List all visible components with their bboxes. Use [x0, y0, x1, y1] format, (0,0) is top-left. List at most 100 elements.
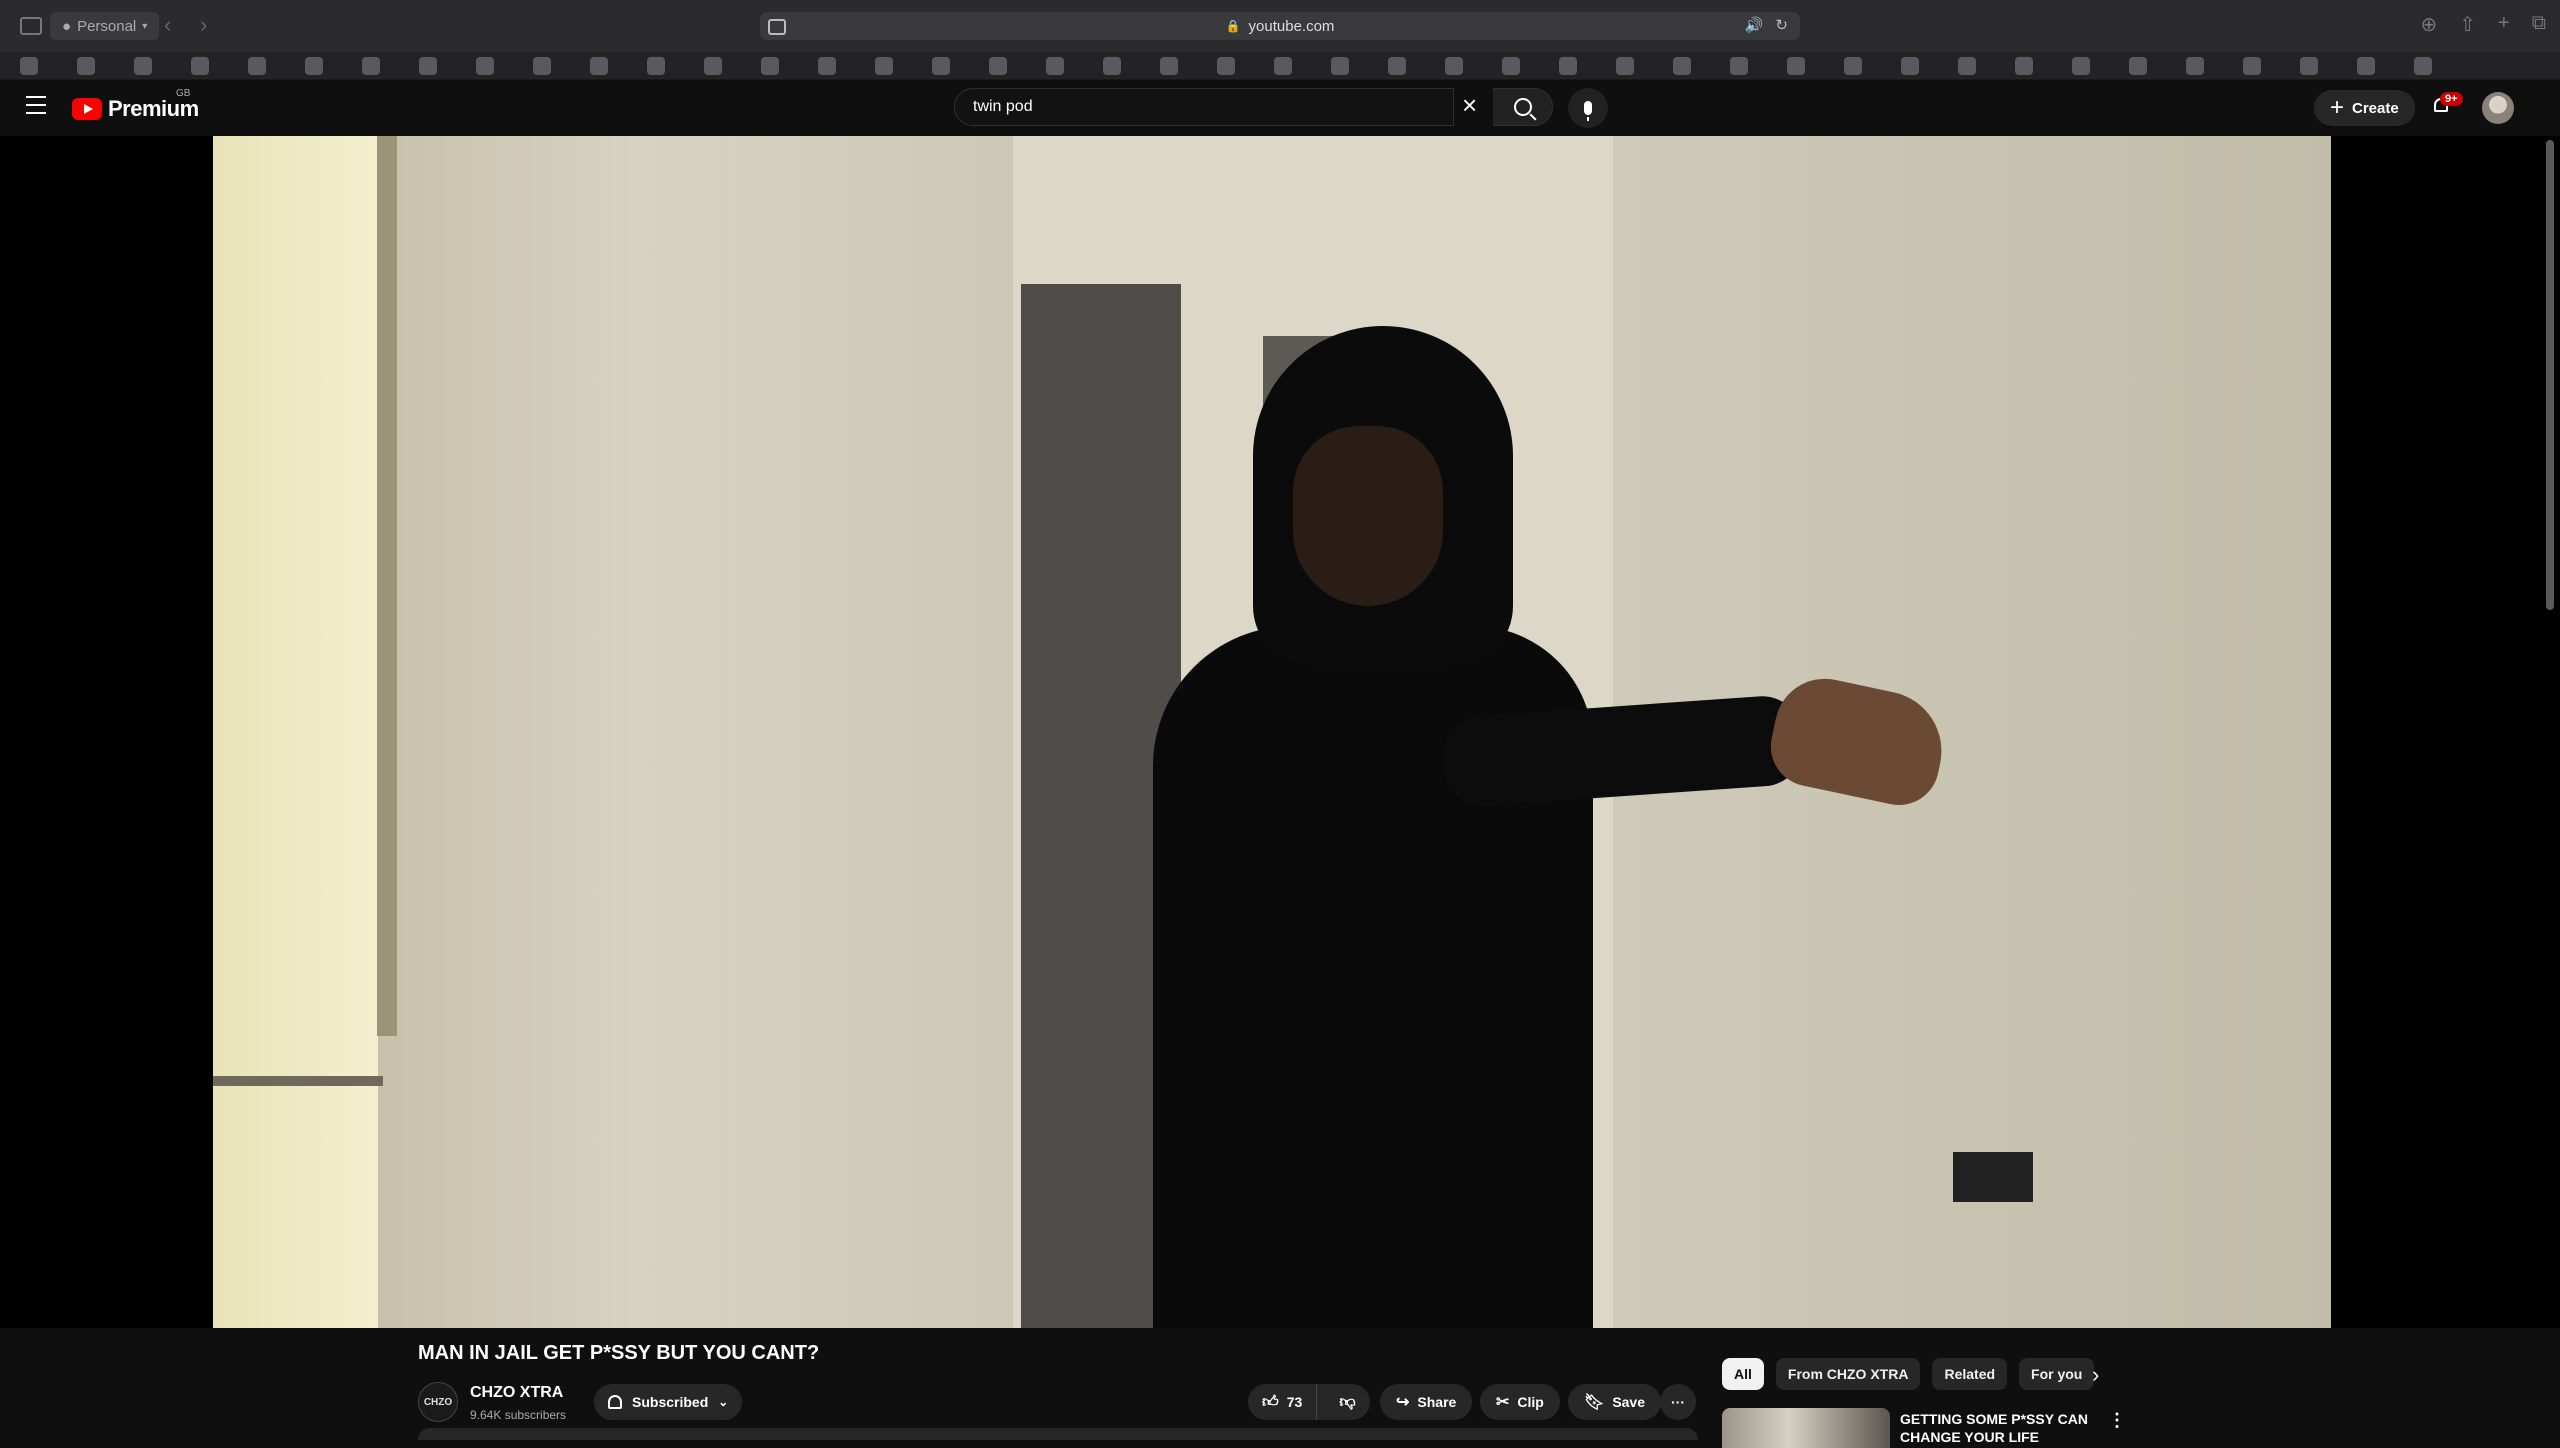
pinned-tab-icon[interactable]	[818, 56, 836, 75]
pinned-tab-icon[interactable]	[2300, 56, 2318, 75]
pinned-tab-icon[interactable]	[1331, 56, 1349, 75]
pinned-tab-icon[interactable]	[1160, 56, 1178, 75]
pinned-tab-icon[interactable]	[590, 56, 608, 75]
dislike-button[interactable]: 👎︎	[1325, 1384, 1369, 1420]
pinned-tab-icon[interactable]	[2186, 56, 2204, 75]
logo-text: Premium	[108, 96, 199, 121]
reload-icon[interactable]: ↻	[1775, 16, 1788, 34]
pinned-tab-icon[interactable]	[1559, 56, 1577, 75]
forward-arrow-icon[interactable]: ›	[200, 12, 207, 38]
chevron-down-icon: ⌄	[718, 1395, 729, 1409]
speaker-icon[interactable]: 🔊	[1745, 16, 1764, 34]
bookmark-icon: 🔖︎	[1584, 1394, 1605, 1411]
pinned-tab-icon[interactable]	[2072, 56, 2090, 75]
clear-search-icon[interactable]: ×	[1462, 92, 1477, 118]
share-browser-icon[interactable]: ⇧	[2459, 12, 2476, 37]
thumbs-down-icon: 👎︎	[1339, 1393, 1356, 1411]
back-arrow-icon[interactable]: ‹	[164, 12, 171, 38]
new-tab-icon[interactable]: +	[2498, 12, 2510, 37]
pinned-tab-icon[interactable]	[2015, 56, 2033, 75]
pinned-tab-icon[interactable]	[362, 56, 380, 75]
thumbs-up-icon: 👍︎	[1262, 1393, 1279, 1411]
bell-icon	[608, 1395, 622, 1409]
owner-row: CHZO CHZO XTRA 9.64K subscribers Subscri…	[418, 1372, 1698, 1428]
person-icon: ●	[62, 17, 72, 35]
voice-search-button[interactable]	[1568, 88, 1608, 128]
pinned-tab-icon[interactable]	[1274, 56, 1292, 75]
pinned-tab-icon[interactable]	[1958, 56, 1976, 75]
pinned-tab-icon[interactable]	[1103, 56, 1121, 75]
subscribed-button[interactable]: Subscribed ⌄	[594, 1384, 743, 1420]
pinned-tab-icon[interactable]	[134, 56, 152, 75]
pinned-tab-icon[interactable]	[20, 56, 38, 75]
chip-related[interactable]: Related	[1932, 1358, 2008, 1390]
chip-for-you[interactable]: For you	[2019, 1358, 2095, 1390]
video-player[interactable]	[213, 136, 2331, 1328]
pinned-tab-icon[interactable]	[989, 56, 1007, 75]
recommendation-item[interactable]: GETTING SOME P*SSY CAN CHANGE YOUR LIFE …	[1722, 1408, 2126, 1448]
pinned-tab-icon[interactable]	[2129, 56, 2147, 75]
pinned-tab-icon[interactable]	[191, 56, 209, 75]
create-button[interactable]: + Create	[2314, 90, 2415, 126]
like-button[interactable]: 👍︎ 73	[1248, 1384, 1318, 1420]
clip-button[interactable]: ✂ Clip	[1480, 1384, 1560, 1420]
sidebar-toggle-icon[interactable]	[20, 17, 42, 35]
browser-toolbar: ● Personal ▾ ‹ › 🔒 youtube.com 🔊 ↻ ⊕ ⇧ +…	[0, 0, 2560, 52]
description-box[interactable]	[418, 1428, 1698, 1440]
page-settings-icon[interactable]	[768, 19, 786, 35]
address-bar[interactable]: 🔒 youtube.com 🔊 ↻	[760, 12, 1800, 40]
chip-all[interactable]: All	[1722, 1358, 1764, 1390]
recommendation-thumbnail[interactable]	[1722, 1408, 1890, 1448]
account-avatar[interactable]	[2482, 92, 2514, 124]
pinned-tab-icon[interactable]	[1616, 56, 1634, 75]
pinned-tab-icon[interactable]	[2414, 56, 2432, 75]
pinned-tab-icon[interactable]	[1502, 56, 1520, 75]
profile-switcher[interactable]: ● Personal ▾	[50, 12, 160, 40]
tab-overview-icon[interactable]: ⧉	[2532, 12, 2546, 37]
pinned-tab-icon[interactable]	[704, 56, 722, 75]
pinned-tab-icon[interactable]	[647, 56, 665, 75]
video-title: MAN IN JAIL GET P*SSY BUT YOU CANT?	[418, 1342, 820, 1364]
pinned-tab-icon[interactable]	[1844, 56, 1862, 75]
related-chips: All From CHZO XTRA Related For you	[1722, 1358, 2095, 1390]
pinned-tab-icon[interactable]	[1388, 56, 1406, 75]
pinned-tab-icon[interactable]	[2243, 56, 2261, 75]
channel-name[interactable]: CHZO XTRA	[470, 1384, 563, 1402]
pinned-tab-icon[interactable]	[1673, 56, 1691, 75]
pinned-tab-icon[interactable]	[1901, 56, 1919, 75]
share-button[interactable]: ↪ Share	[1380, 1384, 1473, 1420]
search-icon	[1513, 98, 1532, 116]
pinned-tab-icon[interactable]	[476, 56, 494, 75]
search-button[interactable]	[1493, 88, 1553, 126]
pinned-tab-icon[interactable]	[248, 56, 266, 75]
save-label: Save	[1612, 1394, 1646, 1410]
search-input[interactable]	[971, 97, 1395, 117]
download-icon[interactable]: ⊕	[2421, 12, 2438, 37]
recommendation-title[interactable]: GETTING SOME P*SSY CAN CHANGE YOUR LIFE	[1900, 1410, 2090, 1446]
pinned-tab-icon[interactable]	[1217, 56, 1235, 75]
pinned-tab-icon[interactable]	[875, 56, 893, 75]
pinned-tab-icon[interactable]	[77, 56, 95, 75]
page-scrollbar[interactable]	[2546, 140, 2554, 610]
pinned-tab-icon[interactable]	[1445, 56, 1463, 75]
more-vertical-icon[interactable]: ⋮	[2108, 1410, 2126, 1431]
youtube-logo[interactable]: Premium GB	[72, 88, 199, 122]
pinned-tab-icon[interactable]	[1787, 56, 1805, 75]
pinned-tab-icon[interactable]	[533, 56, 551, 75]
pinned-tab-icon[interactable]	[305, 56, 323, 75]
pinned-tab-icon[interactable]	[1730, 56, 1748, 75]
save-button[interactable]: 🔖︎ Save	[1568, 1384, 1662, 1420]
pinned-tab-icon[interactable]	[761, 56, 779, 75]
pinned-tab-icon[interactable]	[419, 56, 437, 75]
channel-avatar[interactable]: CHZO	[418, 1382, 458, 1422]
mic-icon	[1584, 101, 1592, 121]
more-actions-button[interactable]: ···	[1660, 1384, 1696, 1420]
pinned-tab-icon[interactable]	[2357, 56, 2375, 75]
chevron-right-icon[interactable]: ›	[2092, 1362, 2099, 1388]
search-box	[954, 88, 1454, 126]
pinned-tab-icon[interactable]	[932, 56, 950, 75]
pinned-tab-icon[interactable]	[1046, 56, 1064, 75]
chip-from-channel[interactable]: From CHZO XTRA	[1775, 1358, 1921, 1390]
youtube-header: Premium GB × + Create	[0, 80, 2560, 136]
hamburger-icon[interactable]	[26, 96, 46, 120]
